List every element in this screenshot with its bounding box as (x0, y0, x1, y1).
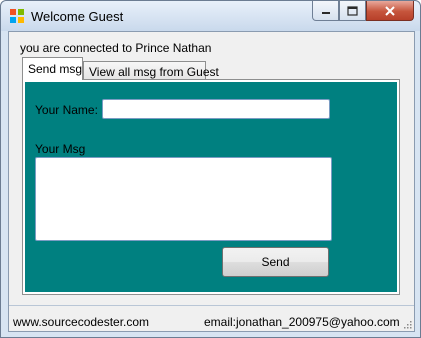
window-controls (312, 1, 420, 21)
your-name-label: Your Name: (35, 103, 98, 117)
windows-app-icon (10, 9, 24, 23)
maximize-icon (347, 5, 358, 16)
window-title: Welcome Guest (31, 9, 124, 24)
your-name-input[interactable] (102, 99, 330, 119)
minimize-button[interactable] (312, 1, 339, 21)
close-button[interactable] (366, 1, 414, 21)
tab-send-msg[interactable]: Send msg (22, 57, 83, 80)
send-msg-tab-page: Your Name: Your Msg Send (22, 79, 400, 295)
connected-status-label: you are connected to Prince Nathan (20, 41, 212, 55)
email-label: email:jonathan_200975@yahoo.com (204, 315, 400, 329)
form-client-area: you are connected to Prince Nathan Send … (8, 31, 415, 332)
your-msg-label: Your Msg (35, 142, 86, 156)
send-button[interactable]: Send (222, 247, 329, 277)
status-bar: www.sourcecodester.com email:jonathan_20… (9, 307, 414, 331)
title-bar[interactable]: Welcome Guest (1, 1, 420, 31)
resize-grip-icon[interactable] (402, 319, 412, 329)
maximize-button[interactable] (339, 1, 366, 21)
website-label: www.sourcecodester.com (13, 315, 150, 329)
message-panel: Your Name: Your Msg Send (25, 82, 397, 292)
tab-view-all-msg[interactable]: View all msg from Guest (83, 61, 219, 81)
main-window: Welcome Guest you are connected to Princ… (0, 0, 421, 338)
your-msg-textarea[interactable] (35, 157, 332, 241)
status-divider (9, 305, 414, 306)
close-icon (385, 5, 395, 16)
minimize-icon (321, 11, 330, 14)
